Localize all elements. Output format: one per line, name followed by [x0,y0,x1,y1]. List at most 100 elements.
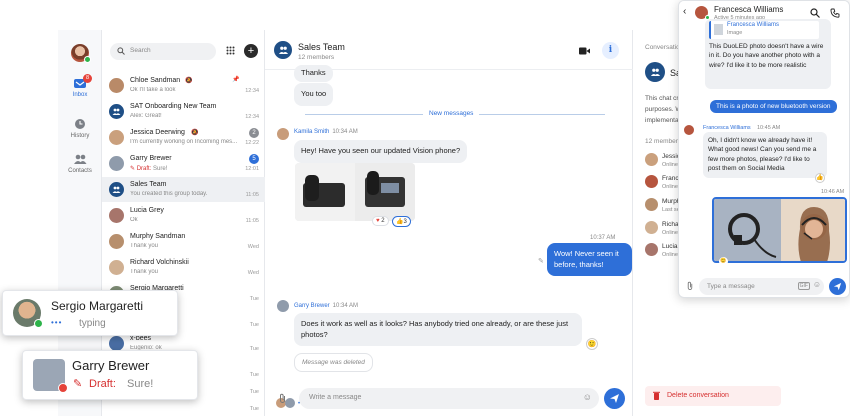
avatar [109,130,124,145]
sender-name: Francesca Williams [703,125,751,131]
info-description: This chat cr [645,95,679,102]
draft-notification-card[interactable]: Garry Brewer ✎ Draft: Sure! [22,350,198,400]
group-icon [109,104,124,119]
message-time: 10:37 AM [590,235,616,241]
conversation-time: 12:22 [245,140,259,146]
member-status: Online [662,252,678,258]
avatar [277,128,289,140]
nav-history-label: History [70,133,90,139]
back-arrow-icon[interactable]: ‹ [683,6,686,17]
conversation-item[interactable]: Garry Brewer 5 ✎ Draft: Sure! 12:01 [102,151,265,176]
attach-icon[interactable] [686,281,694,291]
typing-status: typing [79,318,106,329]
gif-button[interactable]: GIF [797,282,810,290]
conversation-name: Jessica Deerwing [130,129,185,136]
draft-text: Sure! [153,166,168,172]
conversation-preview: Thank you [130,243,159,249]
attach-icon[interactable] [278,393,287,404]
typing-notification-card[interactable]: Sergio Margaretti ••• typing [2,290,178,336]
conversation-preview: Alex: Great! [130,113,162,119]
presence-online-icon [34,319,43,328]
phone-image[interactable] [295,163,415,221]
message-bubble-outgoing: Wow! Never seen it before, thanks! [547,243,632,276]
draft-label: Draft: [89,378,116,390]
delete-conversation-button[interactable]: Delete conversation [645,386,781,406]
new-conversation-button[interactable]: + [244,44,258,58]
phone-call-icon[interactable] [830,8,840,18]
unread-count: 2 [249,128,259,138]
message-time: 10:34 AM [332,303,359,309]
search-input[interactable]: Search [110,43,216,60]
conversation-item[interactable]: Murphy Sandman Thank you Wed [102,229,265,254]
conversation-name: Garry Brewer [130,155,172,162]
trash-icon [653,391,660,400]
reaction-emoji-icon[interactable]: 🙂 [586,338,598,350]
nav-inbox-label: Inbox [72,92,88,98]
conversation-preview: I'm currently working on Incoming mes... [130,139,238,145]
typing-dots-icon: ••• [51,318,63,327]
my-avatar[interactable] [71,44,91,63]
sender-name: Garry Brewer [294,303,330,309]
conversation-time: Tue [249,406,259,412]
conversation-time: Wed [247,270,259,276]
video-call-icon[interactable] [579,47,590,55]
reaction-count: 2 [381,218,385,224]
conversation-item[interactable]: Richard Volchinskii Thank you Wed [102,255,265,280]
message-time: 10:45 AM [757,125,781,131]
contacts-icon [74,154,87,164]
dialpad-icon[interactable] [226,46,235,55]
search-icon[interactable] [810,8,820,18]
conversation-item[interactable]: Jessica Deerwing 🔕 2 I'm currently worki… [102,125,265,150]
pin-icon: 📌 [232,77,240,83]
nav-contacts[interactable]: Contacts [58,153,102,174]
pencil-icon: ✎ [73,378,83,390]
reaction-thumbs-icon[interactable]: 👍 [815,173,825,183]
message-placeholder: Write a message [309,394,362,401]
conversation-preview: Ok I'll take a look [130,87,176,93]
popup-send-button[interactable] [829,278,846,295]
group-icon [645,62,665,82]
avatar [109,208,124,223]
message-input[interactable]: Write a message ☺ [299,388,599,409]
reaction-emoji-icon[interactable]: 😊 [719,257,728,266]
message-time: 10:34 AM [332,129,358,135]
conversation-time: 12:01 [245,166,259,172]
conversation-item[interactable]: SAT Onboarding New Team Alex: Great! 12:… [102,99,265,124]
popup-message-input[interactable]: Type a message GIF ☺ [699,278,824,295]
shared-images[interactable] [712,197,847,263]
conversation-time: 11:05 [245,218,259,224]
emoji-icon[interactable]: ☺ [583,392,592,402]
quoted-message[interactable]: Francesca Williams Image [709,21,819,39]
member-status: Online [662,184,678,190]
avatar [109,336,124,351]
avatar [33,359,68,393]
emoji-icon[interactable]: ☺ [813,280,821,289]
search-placeholder: Search [130,47,151,54]
conversation-name: Murphy Sandman [130,233,186,240]
conversation-preview: Thank you [130,269,159,275]
nav-history[interactable]: History [58,118,102,139]
conversation-time: Tue [249,322,259,328]
message-bubble: Oh, I didn't know we already have it! Wh… [703,132,827,178]
conversation-item[interactable]: Chloe Sandman 🔕 📌 Ok I'll take a look 12… [102,73,265,98]
message-text: This DuoLED photo doesn't have a wire in… [709,43,824,69]
send-button[interactable] [604,388,625,409]
avatar [684,125,694,135]
message-bubble-outgoing: This is a photo of new bluetooth version [710,100,837,113]
chat-header: Sales Team 12 members i [265,30,633,70]
reaction-heart[interactable]: ♥ 2 [372,216,389,226]
popup-contact-name: Francesca Williams [714,5,784,14]
avatar [695,6,710,20]
info-description: implementat [645,117,681,124]
info-button[interactable]: i [602,42,619,59]
presence-online-icon [84,56,91,63]
quoted-type: Image [727,30,743,36]
conversation-item-selected[interactable]: Sales Team You created this group today.… [102,177,265,202]
avatar [277,300,289,312]
reaction-thumbs[interactable]: 👍3 [392,216,411,227]
conversation-item[interactable]: Lucia Grey Ok 11:05 [102,203,265,228]
nav-contacts-label: Contacts [68,168,92,174]
avatar [109,260,124,275]
message-bubble: You too [294,83,334,106]
nav-inbox[interactable]: Inbox 8 [58,74,102,98]
